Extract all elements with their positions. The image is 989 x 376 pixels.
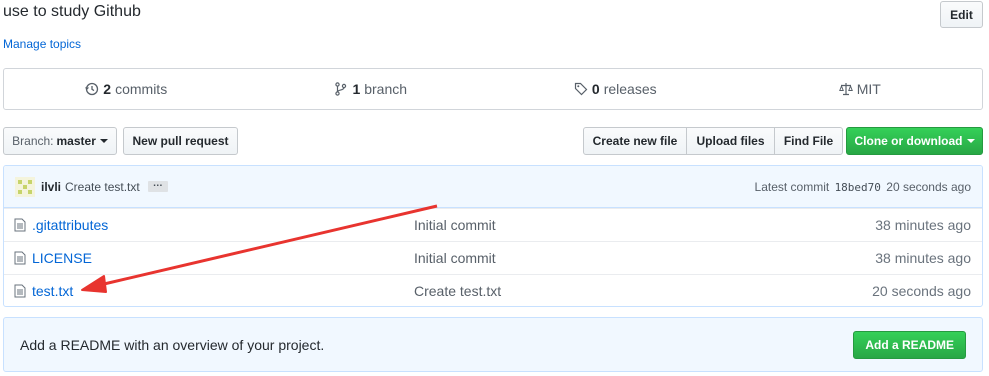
file-age: 38 minutes ago — [875, 217, 971, 233]
find-file-button[interactable]: Find File — [774, 127, 843, 155]
branches-count: 1 — [352, 81, 361, 97]
commit-sha[interactable]: 18bed70 — [835, 181, 881, 194]
latest-commit-label: Latest commit — [754, 179, 830, 194]
create-new-file-button[interactable]: Create new file — [583, 127, 687, 155]
file-table: ilvli Create test.txt … Latest commit 18… — [3, 165, 983, 307]
readme-prompt: Add a README with an overview of your pr… — [3, 317, 983, 372]
manage-topics-link[interactable]: Manage topics — [3, 37, 81, 51]
caret-down-icon — [99, 139, 108, 143]
caret-down-icon — [966, 139, 975, 143]
file-commit-message[interactable]: Initial commit — [414, 217, 814, 233]
history-icon — [85, 82, 99, 96]
file-icon — [14, 251, 26, 265]
expand-commit-button[interactable]: … — [147, 179, 168, 192]
upload-files-button[interactable]: Upload files — [686, 127, 775, 155]
branch-prefix: Branch: — [12, 134, 54, 148]
branch-name: master — [56, 134, 96, 148]
commit-author[interactable]: ilvli — [41, 180, 61, 194]
table-row: LICENSE Initial commit 38 minutes ago — [4, 241, 982, 274]
license-link[interactable]: MIT — [738, 69, 983, 109]
file-age: 38 minutes ago — [875, 250, 971, 266]
commits-label: commits — [115, 81, 168, 97]
commit-message[interactable]: Create test.txt — [65, 180, 140, 194]
file-icon — [14, 218, 26, 232]
commits-count: 2 — [103, 81, 112, 97]
avatar[interactable] — [15, 176, 35, 197]
releases-link[interactable]: 0 releases — [493, 69, 738, 109]
file-actions-group: Create new file Upload files Find File — [583, 127, 843, 155]
file-icon — [14, 284, 26, 298]
clone-or-download-label: Clone or download — [854, 134, 963, 148]
git-branch-icon — [335, 82, 347, 96]
clone-or-download-button[interactable]: Clone or download — [846, 127, 983, 155]
repo-summary-bar: 2 commits 1 branch 0 releases MIT — [3, 68, 983, 110]
tag-icon — [574, 82, 588, 96]
new-pull-request-button[interactable]: New pull request — [123, 127, 238, 155]
repo-description: use to study Github — [3, 3, 141, 20]
latest-commit-bar: ilvli Create test.txt … Latest commit 18… — [4, 166, 982, 208]
law-icon — [838, 83, 853, 96]
commit-age: 20 seconds ago — [886, 179, 971, 194]
branches-label: branch — [364, 81, 408, 97]
file-name-link[interactable]: LICENSE — [32, 250, 414, 266]
branch-select-button[interactable]: Branch: master — [3, 127, 117, 155]
file-age: 20 seconds ago — [872, 283, 971, 299]
latest-commit-info: Latest commit 18bed70 20 seconds ago — [755, 180, 971, 194]
releases-count: 0 — [591, 81, 600, 97]
table-row: test.txt Create test.txt 20 seconds ago — [4, 274, 982, 306]
file-name-link[interactable]: .gitattributes — [32, 217, 414, 233]
edit-button[interactable]: Edit — [940, 1, 983, 28]
license-label: MIT — [856, 81, 881, 97]
readme-prompt-text: Add a README with an overview of your pr… — [20, 336, 325, 353]
file-commit-message[interactable]: Create test.txt — [414, 283, 814, 299]
file-commit-message[interactable]: Initial commit — [414, 250, 814, 266]
branches-link[interactable]: 1 branch — [249, 69, 494, 109]
add-readme-button[interactable]: Add a README — [853, 330, 966, 359]
releases-label: releases — [603, 81, 657, 97]
file-name-link[interactable]: test.txt — [32, 283, 414, 299]
commits-link[interactable]: 2 commits — [4, 69, 249, 109]
table-row: .gitattributes Initial commit 38 minutes… — [4, 208, 982, 241]
